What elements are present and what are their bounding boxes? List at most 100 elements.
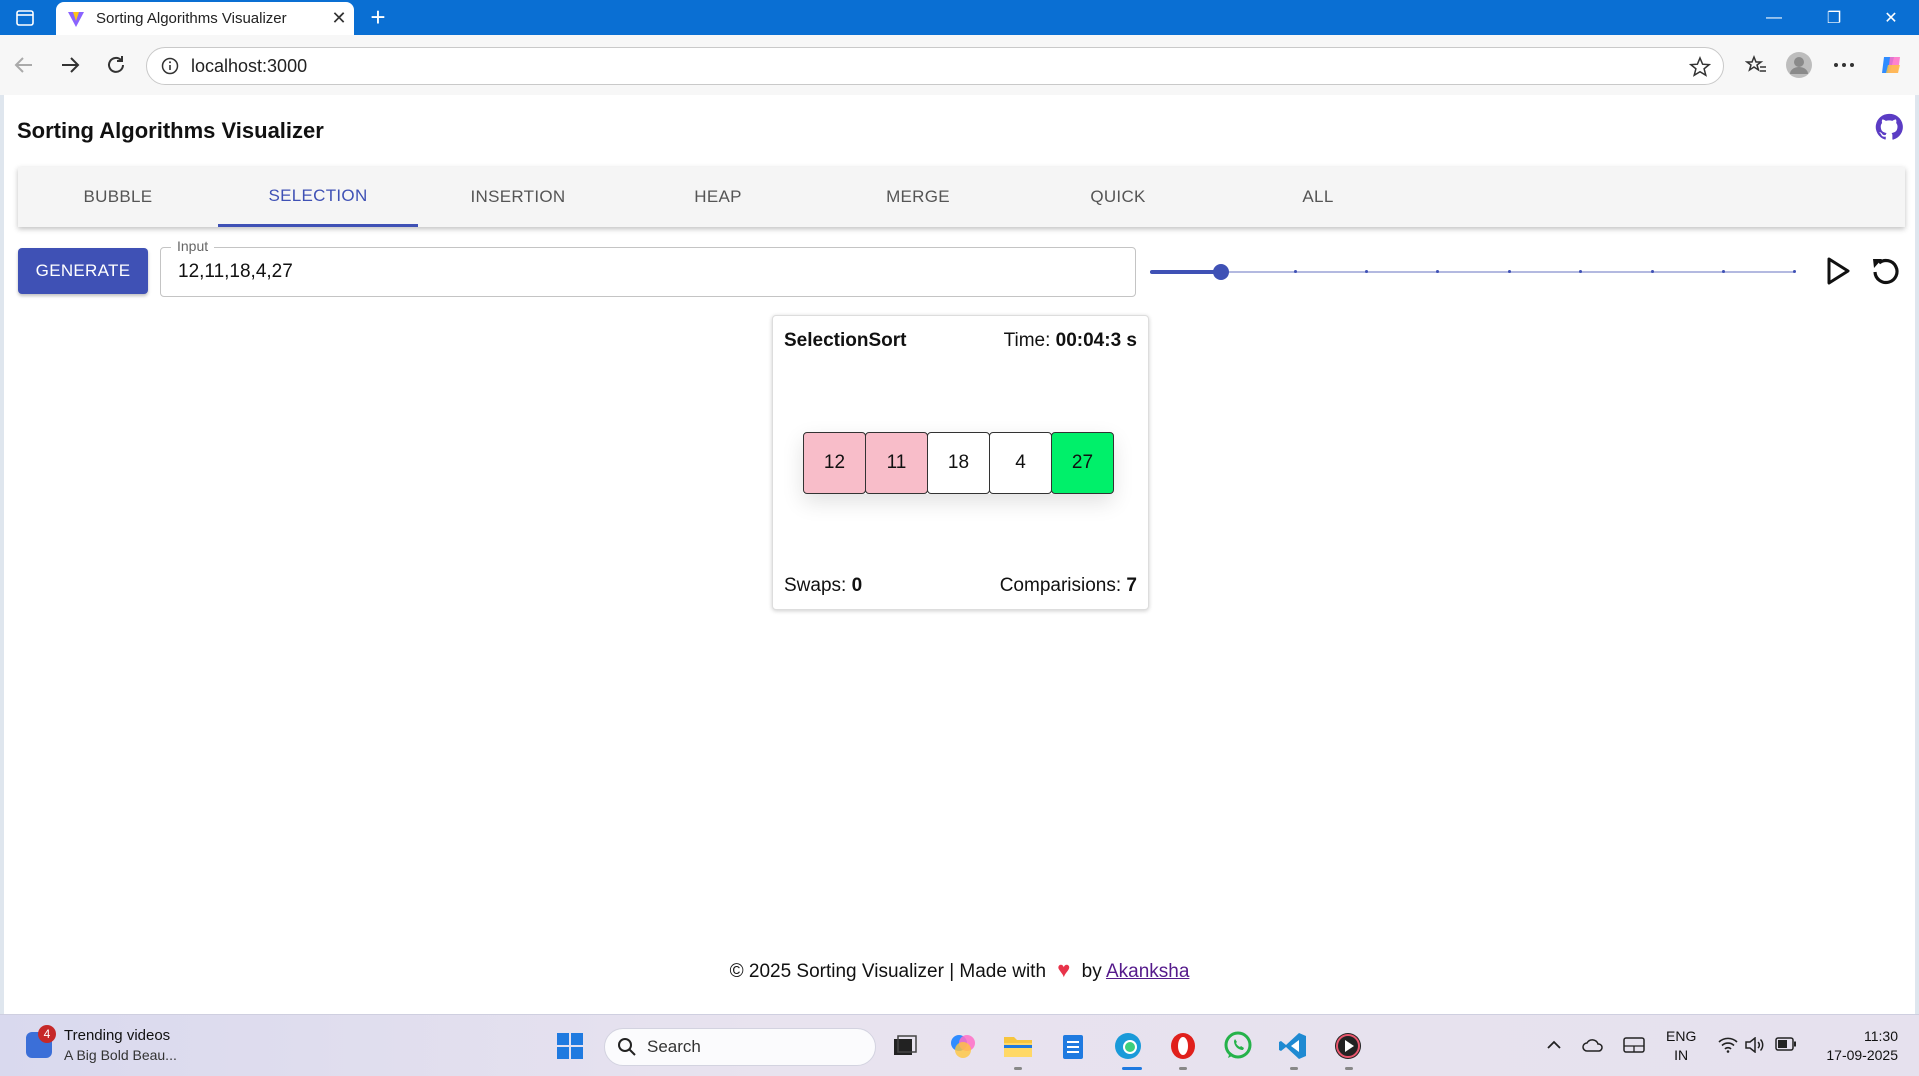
lang-line1: ENG [1666,1028,1697,1044]
file-explorer-icon[interactable] [1001,1029,1035,1063]
tab-selection[interactable]: SELECTION [218,167,418,227]
play-button[interactable] [1818,251,1858,291]
notepad-icon[interactable] [1056,1029,1090,1063]
slider-mark [1294,270,1297,273]
forward-icon[interactable] [54,49,86,81]
tab-quick[interactable]: QUICK [1018,167,1218,227]
active-indicator [1122,1067,1142,1070]
visualizer-card: SelectionSort Time: 00:04:3 s 12 11 18 4… [772,315,1149,610]
tab-insertion[interactable]: INSERTION [418,167,618,227]
tab-actions-icon[interactable] [10,6,40,30]
github-icon[interactable] [1874,112,1904,142]
search-icon [618,1038,636,1056]
copilot-app-icon[interactable] [946,1029,980,1063]
comparisons-label: Comparisions: [999,575,1122,596]
app-title: Sorting Algorithms Visualizer [17,118,324,143]
search-placeholder: Search [647,1037,701,1056]
wifi-icon[interactable] [1718,1037,1738,1056]
whatsapp-icon[interactable] [1221,1029,1255,1063]
author-link[interactable]: Akanksha [1106,961,1189,982]
time-readout: Time: 00:04:3 s [1004,330,1137,352]
array-cell: 4 [989,432,1052,494]
minimize-icon[interactable]: — [1746,0,1802,35]
speed-slider[interactable] [1150,252,1798,292]
slider-mark [1651,270,1654,273]
url-text: localhost:3000 [191,55,308,76]
lang-line2: IN [1674,1047,1689,1063]
comparisons-value: 7 [1126,575,1137,596]
system-clock[interactable]: 11:30 17-09-2025 [1816,1027,1898,1065]
input-language[interactable]: ENG IN [1666,1027,1696,1065]
close-tab-icon[interactable]: ✕ [324,8,354,29]
touch-keyboard-icon[interactable] [1623,1037,1645,1056]
volume-icon[interactable] [1745,1036,1765,1056]
swaps-label: Swaps: [784,575,847,596]
browser-titlebar: Sorting Algorithms Visualizer ✕ + — ❐ ✕ [0,0,1919,35]
profile-avatar-icon[interactable] [1783,49,1815,81]
new-tab-icon[interactable]: + [364,4,392,32]
algorithm-tabs: BUBBLE SELECTION INSERTION HEAP MERGE QU… [18,167,1905,227]
array-cell: 11 [865,432,928,494]
play-icon [1827,257,1850,285]
battery-icon[interactable] [1775,1037,1797,1054]
browser-tab[interactable]: Sorting Algorithms Visualizer ✕ [56,2,354,35]
slider-thumb[interactable] [1213,264,1229,280]
running-indicator [1014,1067,1022,1070]
favorite-star-icon[interactable] [1689,56,1711,78]
slider-mark [1722,270,1725,273]
favorites-icon[interactable] [1740,49,1772,81]
slider-rail [1150,271,1794,273]
show-hidden-icons[interactable] [1546,1037,1562,1053]
slider-mark [1365,270,1368,273]
close-window-icon[interactable]: ✕ [1863,0,1919,35]
array-input-field: Input [160,238,1136,297]
widget-title[interactable]: Trending videos [64,1027,170,1044]
array-cell: 12 [803,432,866,494]
tab-heap[interactable]: HEAP [618,167,818,227]
array-input[interactable] [161,248,1135,296]
onedrive-icon[interactable] [1582,1037,1604,1056]
site-info-icon[interactable] [161,57,179,75]
more-menu-icon[interactable] [1828,49,1860,81]
back-icon[interactable] [8,49,40,81]
edge-icon[interactable] [1111,1029,1145,1063]
page-content: Sorting Algorithms Visualizer BUBBLE SEL… [4,95,1915,1014]
reset-button[interactable] [1866,251,1906,291]
running-indicator [1290,1067,1298,1070]
vscode-icon[interactable] [1276,1029,1310,1063]
array-cells: 12 11 18 4 27 [803,432,1114,494]
footer-by: by [1081,961,1102,982]
address-bar[interactable]: localhost:3000 [146,47,1724,85]
replay-icon [1873,258,1899,285]
clock-time: 11:30 [1864,1028,1898,1044]
footer-text: © 2025 Sorting Visualizer | Made with [729,961,1047,982]
opera-icon[interactable] [1166,1029,1200,1063]
heart-icon: ♥ [1057,957,1071,982]
widget-subtitle[interactable]: A Big Bold Beau... [64,1047,177,1063]
windows-taskbar: 4 Trending videos A Big Bold Beau... Sea… [0,1014,1919,1076]
copilot-icon[interactable] [1876,49,1908,81]
running-indicator [1345,1067,1353,1070]
tab-merge[interactable]: MERGE [818,167,1018,227]
tab-all[interactable]: ALL [1218,167,1418,227]
swaps-value: 0 [851,575,863,596]
start-icon[interactable] [553,1029,587,1063]
notification-badge: 4 [38,1025,56,1043]
task-view-icon[interactable] [888,1029,922,1063]
array-cell: 27 [1051,432,1114,494]
footer: © 2025 Sorting Visualizer | Made with ♥ … [4,957,1915,983]
array-cell: 18 [927,432,990,494]
refresh-icon[interactable] [100,49,132,81]
slider-track [1150,270,1221,274]
slider-mark [1579,270,1582,273]
tab-bubble[interactable]: BUBBLE [18,167,218,227]
generate-button[interactable]: GENERATE [18,248,148,294]
slider-mark [1793,270,1796,273]
algorithm-name: SelectionSort [784,330,907,351]
taskbar-search[interactable]: Search [604,1028,876,1066]
slider-mark [1436,270,1439,273]
running-indicator [1179,1067,1187,1070]
media-player-icon[interactable] [1331,1029,1365,1063]
clock-date: 17-09-2025 [1826,1047,1898,1063]
restore-icon[interactable]: ❐ [1806,0,1862,35]
